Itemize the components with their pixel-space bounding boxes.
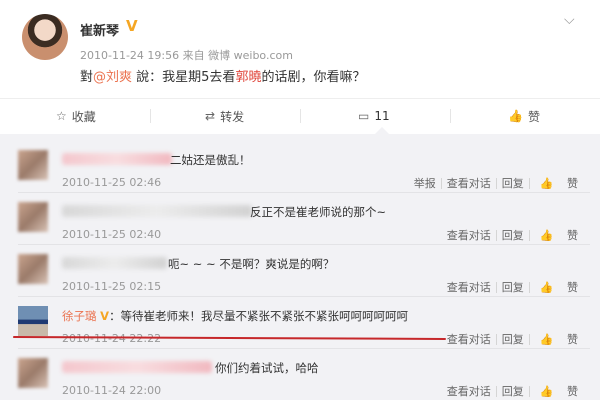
like-label: 赞 (567, 177, 578, 190)
comment-item: 呃~ ~ ~ 不是啊？爽说是的啊？ 2010-11-25 02:15 查看对话 … (10, 246, 600, 298)
thumbs-up-icon: 👍 (508, 109, 523, 123)
favorite-label: 收藏 (71, 109, 96, 124)
post-timestamp[interactable]: 2010-11-24 19:56 (80, 49, 179, 62)
mention-link[interactable]: @刘爽 (93, 70, 132, 85)
comment-icon: ▭ (358, 109, 370, 123)
divider (18, 192, 590, 193)
comment-text: 呃~ ~ ~ 不是啊？爽说是的啊？ (168, 257, 335, 271)
blurred-username (62, 361, 212, 373)
like-button[interactable]: 👍 赞 (530, 175, 588, 191)
comment-time: 2010-11-25 02:46 (62, 176, 162, 189)
view-conversation-button[interactable]: 查看对话 (442, 175, 496, 191)
comment-time: 2010-11-24 22:00 (62, 384, 162, 397)
comment-actions: 查看对话 回复 👍 赞 (442, 227, 588, 243)
avatar[interactable] (18, 150, 48, 180)
comment-time: 2010-11-25 02:40 (62, 228, 162, 241)
comment-list: 二姑还是傲乱！ 2010-11-25 02:46 举报 查看对话 回复 👍 赞 … (0, 134, 600, 400)
like-label: 赞 (527, 109, 540, 124)
content-mid: 說：我星期5去看 (132, 70, 236, 85)
blurred-username (62, 205, 252, 217)
comment-text-line: 徐子璐 V：等待崔老师来！我尽量不紧张不紧张不紧张呵呵呵呵呵呵 (62, 308, 408, 324)
comment-text: ：等待崔老师来！我尽量不紧张不紧张不紧张呵呵呵呵呵呵 (109, 309, 409, 323)
report-button[interactable]: 举报 (409, 175, 441, 191)
divider (150, 109, 151, 123)
like-button[interactable]: 👍 赞 (530, 227, 588, 243)
highlighted-name: 郭曉 (235, 70, 262, 85)
like-label: 赞 (567, 281, 578, 294)
comment-time: 2010-11-25 02:15 (62, 280, 162, 293)
avatar[interactable] (22, 14, 68, 60)
repost-label: 转发 (220, 109, 245, 124)
view-conversation-button[interactable]: 查看对话 (442, 227, 496, 243)
view-conversation-button[interactable]: 查看对话 (442, 331, 496, 347)
comment-actions: 查看对话 回复 👍 赞 (442, 383, 588, 399)
divider (18, 348, 590, 349)
chevron-down-icon[interactable]: ⌵ (564, 12, 575, 28)
avatar[interactable] (18, 254, 48, 284)
like-button[interactable]: 👍 赞 (508, 99, 540, 133)
commenter-name[interactable]: 徐子璐 (62, 309, 97, 323)
post-source[interactable]: 微博 weibo.com (208, 49, 293, 62)
star-icon: ☆ (56, 109, 67, 123)
comment-caret (375, 127, 389, 134)
like-label: 赞 (567, 229, 578, 242)
content-post: 的话剧，你看嘛？ (261, 70, 366, 85)
comment-item: 徐子璐 V：等待崔老师来！我尽量不紧张不紧张不紧张呵呵呵呵呵呵 2010-11-… (10, 298, 600, 350)
comment-actions: 查看对话 回复 👍 赞 (442, 279, 588, 295)
verified-badge-icon: V (126, 17, 138, 35)
thumbs-up-icon: 👍 (539, 281, 554, 294)
like-button[interactable]: 👍 赞 (530, 383, 588, 399)
reply-button[interactable]: 回复 (497, 279, 529, 295)
post-content: 對@刘爽 說：我星期5去看郭曉的话剧，你看嘛？ (80, 66, 365, 85)
reply-button[interactable]: 回复 (497, 227, 529, 243)
comment-actions: 举报 查看对话 回复 👍 赞 (409, 175, 588, 191)
divider (300, 109, 301, 123)
divider (450, 109, 451, 123)
thumbs-up-icon: 👍 (539, 177, 554, 190)
comment-item: 二姑还是傲乱！ 2010-11-25 02:46 举报 查看对话 回复 👍 赞 (10, 142, 600, 194)
reply-button[interactable]: 回复 (497, 175, 529, 191)
divider (18, 244, 590, 245)
author-name[interactable]: 崔新琴 (80, 20, 119, 39)
comment-actions: 查看对话 回复 👍 赞 (442, 331, 588, 347)
divider (18, 296, 590, 297)
avatar[interactable] (18, 202, 48, 232)
repost-button[interactable]: ⇄ 转发 (205, 99, 244, 133)
thumbs-up-icon: 👍 (539, 333, 554, 346)
comment-text: 你们约着试试，哈哈 (215, 361, 319, 375)
comment-item: 你们约着试试，哈哈 2010-11-24 22:00 查看对话 回复 👍 赞 (10, 350, 600, 400)
avatar[interactable] (18, 306, 48, 336)
post-meta: 2010-11-24 19:56 来自 微博 weibo.com (80, 47, 293, 63)
like-label: 赞 (567, 333, 578, 346)
thumbs-up-icon: 👍 (539, 229, 554, 242)
comment-item: 反正不是崔老师说的那个~ 2010-11-25 02:40 查看对话 回复 👍 … (10, 194, 600, 246)
comment-count: 11 (374, 109, 390, 123)
comment-text: 二姑还是傲乱！ (170, 153, 251, 167)
comment-text: 反正不是崔老师说的那个~ (250, 205, 387, 219)
like-button[interactable]: 👍 赞 (530, 279, 588, 295)
content-pre: 對 (80, 70, 94, 85)
post-actions: ☆ 收藏 ⇄ 转发 ▭ 11 👍 赞 (0, 98, 600, 132)
avatar[interactable] (18, 358, 48, 388)
blurred-username (62, 153, 172, 165)
view-conversation-button[interactable]: 查看对话 (442, 383, 496, 399)
like-button[interactable]: 👍 赞 (530, 331, 588, 347)
favorite-button[interactable]: ☆ 收藏 (56, 99, 96, 133)
reply-button[interactable]: 回复 (497, 331, 529, 347)
like-label: 赞 (567, 385, 578, 398)
thumbs-up-icon: 👍 (539, 385, 554, 398)
source-prefix: 来自 (182, 49, 205, 62)
verified-badge-icon: V (100, 309, 110, 323)
reply-button[interactable]: 回复 (497, 383, 529, 399)
repost-icon: ⇄ (205, 109, 216, 123)
view-conversation-button[interactable]: 查看对话 (442, 279, 496, 295)
blurred-username (62, 257, 167, 269)
weibo-post: 崔新琴 V 2010-11-24 19:56 来自 微博 weibo.com 對… (0, 0, 600, 96)
